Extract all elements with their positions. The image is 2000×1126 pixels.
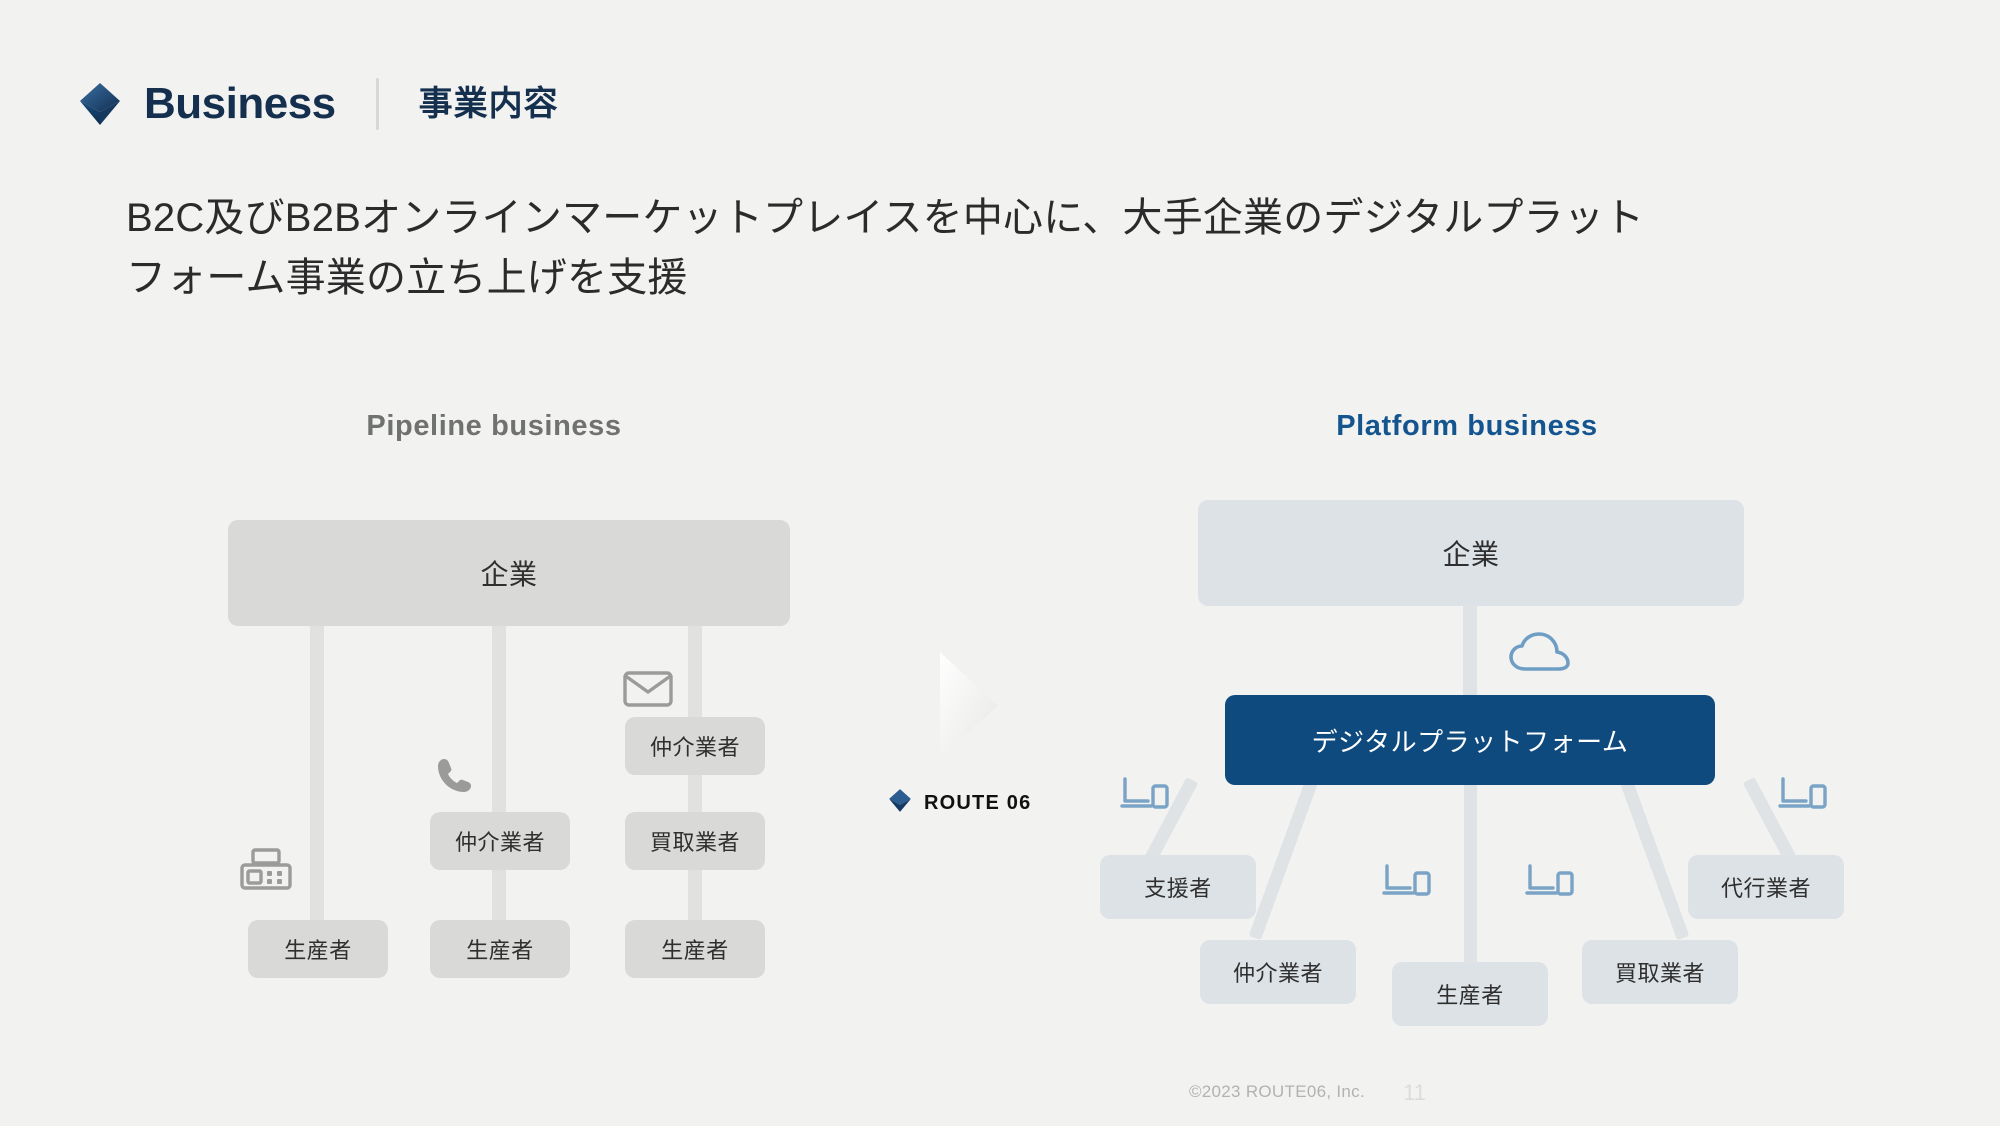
- platform-diagram: 企業 デジタルプラットフォーム 支援者 仲介業者 生産者 買取業者 代行業者: [1000, 0, 2000, 1126]
- pipeline-node-company-label: 企業: [480, 559, 538, 590]
- pipeline-node-producer-2: 生産者: [430, 920, 570, 978]
- devices-icon: [1525, 862, 1575, 905]
- slide-root: Business 事業内容 B2C及びB2Bオンラインマーケットプレイスを中心に…: [0, 0, 2000, 1126]
- devices-icon: [1120, 775, 1170, 818]
- platform-node-producer: 生産者: [1392, 962, 1548, 1026]
- pipeline-connector-col1: [310, 600, 324, 920]
- platform-node-buyer-label: 買取業者: [1614, 961, 1705, 986]
- platform-node-company: 企業: [1198, 500, 1744, 606]
- platform-node-supporter: 支援者: [1100, 855, 1256, 919]
- platform-connector-company: [1463, 598, 1477, 698]
- platform-node-supporter-label: 支援者: [1144, 876, 1212, 901]
- mail-icon: [622, 668, 674, 715]
- platform-node-broker-label: 仲介業者: [1232, 961, 1323, 986]
- platform-node-company-label: 企業: [1442, 539, 1500, 570]
- footer-page-number: 11: [1403, 1080, 1426, 1105]
- platform-node-agent-label: 代行業者: [1720, 876, 1811, 901]
- devices-icon: [1778, 775, 1828, 818]
- platform-node-producer-label: 生産者: [1436, 983, 1504, 1008]
- pipeline-diagram: 企業 生産者 仲介業者 生産者 仲介業者 買取業者 生産者: [0, 0, 1000, 1126]
- platform-node-agent: 代行業者: [1688, 855, 1844, 919]
- pipeline-node-company: 企業: [228, 520, 790, 626]
- pipeline-node-producer-1-label: 生産者: [284, 938, 352, 963]
- platform-connector-leaf-4: [1620, 779, 1690, 941]
- platform-connector-leaf-3: [1464, 782, 1477, 972]
- diamond-logo-icon: [888, 788, 912, 818]
- pipeline-node-producer-3: 生産者: [625, 920, 765, 978]
- cloud-icon: [1508, 632, 1570, 681]
- pipeline-node-broker-2-label: 仲介業者: [454, 830, 545, 855]
- pipeline-node-broker-2: 仲介業者: [430, 812, 570, 870]
- play-triangle-icon: [938, 650, 1000, 765]
- pipeline-node-producer-3-label: 生産者: [661, 938, 729, 963]
- phone-icon: [432, 753, 478, 804]
- platform-node-digital-platform: デジタルプラットフォーム: [1225, 695, 1715, 785]
- fax-icon: [238, 845, 294, 898]
- pipeline-node-producer-2-label: 生産者: [466, 938, 534, 963]
- platform-node-digital-platform-label: デジタルプラットフォーム: [1311, 726, 1629, 757]
- platform-node-broker: 仲介業者: [1200, 940, 1356, 1004]
- devices-icon: [1382, 862, 1432, 905]
- pipeline-node-broker-3: 仲介業者: [625, 717, 765, 775]
- footer-copyright: ©2023 ROUTE06, Inc.: [1188, 1082, 1365, 1101]
- pipeline-node-producer-1: 生産者: [248, 920, 388, 978]
- platform-node-buyer: 買取業者: [1582, 940, 1738, 1004]
- pipeline-node-broker-3-label: 仲介業者: [649, 735, 740, 760]
- platform-connector-leaf-2: [1248, 779, 1318, 941]
- pipeline-node-buyer-3: 買取業者: [625, 812, 765, 870]
- pipeline-node-buyer-3-label: 買取業者: [649, 830, 740, 855]
- pipeline-connector-col2: [492, 600, 506, 920]
